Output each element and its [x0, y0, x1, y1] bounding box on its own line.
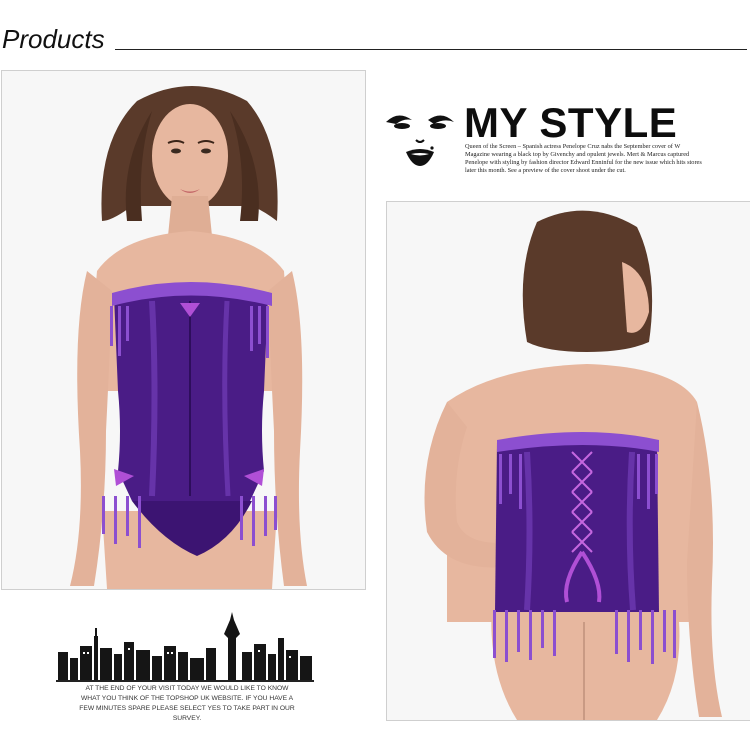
my-style-block: MY STYLE Queen of the Screen – Spanish a… — [384, 100, 704, 180]
product-photo-back — [386, 201, 750, 721]
title-underline — [115, 49, 747, 50]
survey-text: AT THE END OF YOUR VISIT TODAY WE WOULD … — [79, 685, 295, 722]
city-skyline-icon — [58, 612, 312, 680]
section-title: Products — [2, 24, 105, 54]
marilyn-face-icon — [386, 115, 454, 166]
my-style-paragraph: Queen of the Screen – Spanish actress Pe… — [465, 143, 702, 174]
skyline-baseline — [56, 680, 314, 682]
skyline-block: AT THE END OF YOUR VISIT TODAY WE WOULD … — [56, 608, 314, 723]
product-photo-front — [1, 70, 366, 590]
my-style-heading: MY STYLE — [464, 99, 678, 146]
model-back-illustration — [387, 202, 750, 720]
model-front-illustration — [2, 71, 365, 589]
